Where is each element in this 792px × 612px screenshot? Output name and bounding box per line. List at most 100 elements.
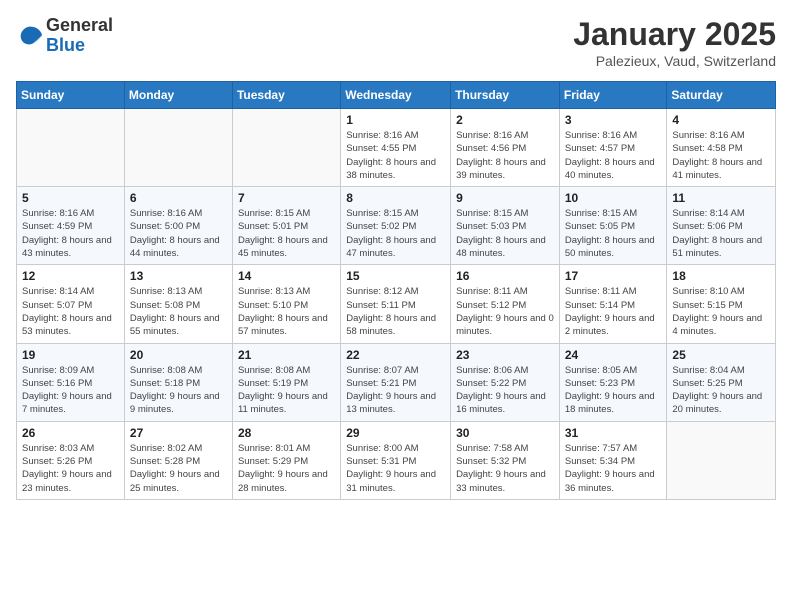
- day-info: Sunrise: 8:16 AM Sunset: 4:56 PM Dayligh…: [456, 129, 554, 182]
- logo-blue: Blue: [46, 36, 113, 56]
- day-info: Sunrise: 8:12 AM Sunset: 5:11 PM Dayligh…: [346, 285, 445, 338]
- day-info: Sunrise: 8:15 AM Sunset: 5:02 PM Dayligh…: [346, 207, 445, 260]
- col-wednesday: Wednesday: [341, 82, 451, 109]
- logo: General Blue: [16, 16, 113, 56]
- table-row: [124, 109, 232, 187]
- day-number: 5: [22, 191, 119, 205]
- day-number: 4: [672, 113, 770, 127]
- day-number: 13: [130, 269, 227, 283]
- table-row: 22 Sunrise: 8:07 AM Sunset: 5:21 PM Dayli…: [341, 343, 451, 421]
- day-number: 27: [130, 426, 227, 440]
- table-row: [232, 109, 340, 187]
- day-info: Sunrise: 7:58 AM Sunset: 5:32 PM Dayligh…: [456, 442, 554, 495]
- table-row: 25 Sunrise: 8:04 AM Sunset: 5:25 PM Dayli…: [667, 343, 776, 421]
- day-number: 15: [346, 269, 445, 283]
- day-info: Sunrise: 7:57 AM Sunset: 5:34 PM Dayligh…: [565, 442, 662, 495]
- day-number: 14: [238, 269, 335, 283]
- table-row: 1Sunrise: 8:16 AM Sunset: 4:55 PM Daylig…: [341, 109, 451, 187]
- day-info: Sunrise: 8:16 AM Sunset: 4:59 PM Dayligh…: [22, 207, 119, 260]
- logo-icon: [16, 22, 44, 50]
- table-row: 6Sunrise: 8:16 AM Sunset: 5:00 PM Daylig…: [124, 187, 232, 265]
- page-header: General Blue January 2025 Palezieux, Vau…: [16, 16, 776, 69]
- day-number: 28: [238, 426, 335, 440]
- day-number: 21: [238, 348, 335, 362]
- table-row: 2 Sunrise: 8:16 AM Sunset: 4:56 PM Daylig…: [451, 109, 560, 187]
- table-row: 31 Sunrise: 7:57 AM Sunset: 5:34 PM Dayli…: [559, 421, 667, 499]
- calendar-week-row: 12Sunrise: 8:14 AM Sunset: 5:07 PM Dayli…: [17, 265, 776, 343]
- day-number: 22: [346, 348, 445, 362]
- calendar-week-row: 5 Sunrise: 8:16 AM Sunset: 4:59 PM Daylig…: [17, 187, 776, 265]
- table-row: 15 Sunrise: 8:12 AM Sunset: 5:11 PM Dayli…: [341, 265, 451, 343]
- calendar-title: January 2025: [573, 16, 776, 53]
- table-row: 9 Sunrise: 8:15 AM Sunset: 5:03 PM Daylig…: [451, 187, 560, 265]
- table-row: 3Sunrise: 8:16 AM Sunset: 4:57 PM Daylig…: [559, 109, 667, 187]
- day-info: Sunrise: 8:02 AM Sunset: 5:28 PM Dayligh…: [130, 442, 227, 495]
- table-row: 4 Sunrise: 8:16 AM Sunset: 4:58 PM Daylig…: [667, 109, 776, 187]
- day-number: 3: [565, 113, 662, 127]
- calendar-table: Sunday Monday Tuesday Wednesday Thursday…: [16, 81, 776, 500]
- day-info: Sunrise: 8:04 AM Sunset: 5:25 PM Dayligh…: [672, 364, 770, 417]
- day-number: 2: [456, 113, 554, 127]
- day-info: Sunrise: 8:01 AM Sunset: 5:29 PM Dayligh…: [238, 442, 335, 495]
- day-number: 18: [672, 269, 770, 283]
- table-row: 14Sunrise: 8:13 AM Sunset: 5:10 PM Dayli…: [232, 265, 340, 343]
- day-info: Sunrise: 8:07 AM Sunset: 5:21 PM Dayligh…: [346, 364, 445, 417]
- day-info: Sunrise: 8:11 AM Sunset: 5:12 PM Dayligh…: [456, 285, 554, 338]
- day-number: 23: [456, 348, 554, 362]
- day-number: 31: [565, 426, 662, 440]
- day-info: Sunrise: 8:08 AM Sunset: 5:19 PM Dayligh…: [238, 364, 335, 417]
- day-number: 9: [456, 191, 554, 205]
- day-number: 7: [238, 191, 335, 205]
- table-row: 21 Sunrise: 8:08 AM Sunset: 5:19 PM Dayli…: [232, 343, 340, 421]
- day-info: Sunrise: 8:14 AM Sunset: 5:06 PM Dayligh…: [672, 207, 770, 260]
- table-row: 30 Sunrise: 7:58 AM Sunset: 5:32 PM Dayli…: [451, 421, 560, 499]
- table-row: 5 Sunrise: 8:16 AM Sunset: 4:59 PM Daylig…: [17, 187, 125, 265]
- col-monday: Monday: [124, 82, 232, 109]
- day-number: 11: [672, 191, 770, 205]
- table-row: 20Sunrise: 8:08 AM Sunset: 5:18 PM Dayli…: [124, 343, 232, 421]
- logo-general: General: [46, 16, 113, 36]
- day-info: Sunrise: 8:15 AM Sunset: 5:01 PM Dayligh…: [238, 207, 335, 260]
- col-tuesday: Tuesday: [232, 82, 340, 109]
- table-row: [667, 421, 776, 499]
- table-row: 26 Sunrise: 8:03 AM Sunset: 5:26 PM Dayli…: [17, 421, 125, 499]
- day-info: Sunrise: 8:11 AM Sunset: 5:14 PM Dayligh…: [565, 285, 662, 338]
- day-number: 25: [672, 348, 770, 362]
- day-number: 29: [346, 426, 445, 440]
- col-sunday: Sunday: [17, 82, 125, 109]
- day-number: 16: [456, 269, 554, 283]
- table-row: 29 Sunrise: 8:00 AM Sunset: 5:31 PM Dayli…: [341, 421, 451, 499]
- day-info: Sunrise: 8:13 AM Sunset: 5:08 PM Dayligh…: [130, 285, 227, 338]
- day-number: 17: [565, 269, 662, 283]
- day-number: 30: [456, 426, 554, 440]
- day-number: 1: [346, 113, 445, 127]
- table-row: 10 Sunrise: 8:15 AM Sunset: 5:05 PM Dayli…: [559, 187, 667, 265]
- day-info: Sunrise: 8:00 AM Sunset: 5:31 PM Dayligh…: [346, 442, 445, 495]
- day-info: Sunrise: 8:15 AM Sunset: 5:05 PM Dayligh…: [565, 207, 662, 260]
- table-row: 8 Sunrise: 8:15 AM Sunset: 5:02 PM Daylig…: [341, 187, 451, 265]
- table-row: 28 Sunrise: 8:01 AM Sunset: 5:29 PM Dayli…: [232, 421, 340, 499]
- table-row: 18Sunrise: 8:10 AM Sunset: 5:15 PM Dayli…: [667, 265, 776, 343]
- day-number: 10: [565, 191, 662, 205]
- day-info: Sunrise: 8:03 AM Sunset: 5:26 PM Dayligh…: [22, 442, 119, 495]
- day-info: Sunrise: 8:14 AM Sunset: 5:07 PM Dayligh…: [22, 285, 119, 338]
- day-number: 8: [346, 191, 445, 205]
- table-row: 27 Sunrise: 8:02 AM Sunset: 5:28 PM Dayli…: [124, 421, 232, 499]
- table-row: 12Sunrise: 8:14 AM Sunset: 5:07 PM Dayli…: [17, 265, 125, 343]
- calendar-week-row: 19Sunrise: 8:09 AM Sunset: 5:16 PM Dayli…: [17, 343, 776, 421]
- day-number: 20: [130, 348, 227, 362]
- calendar-week-row: 1Sunrise: 8:16 AM Sunset: 4:55 PM Daylig…: [17, 109, 776, 187]
- logo-text: General Blue: [46, 16, 113, 56]
- day-number: 19: [22, 348, 119, 362]
- table-row: 23Sunrise: 8:06 AM Sunset: 5:22 PM Dayli…: [451, 343, 560, 421]
- calendar-header-row: Sunday Monday Tuesday Wednesday Thursday…: [17, 82, 776, 109]
- col-saturday: Saturday: [667, 82, 776, 109]
- table-row: 24Sunrise: 8:05 AM Sunset: 5:23 PM Dayli…: [559, 343, 667, 421]
- table-row: 11 Sunrise: 8:14 AM Sunset: 5:06 PM Dayli…: [667, 187, 776, 265]
- day-number: 26: [22, 426, 119, 440]
- day-info: Sunrise: 8:16 AM Sunset: 4:58 PM Dayligh…: [672, 129, 770, 182]
- table-row: 16 Sunrise: 8:11 AM Sunset: 5:12 PM Dayli…: [451, 265, 560, 343]
- day-info: Sunrise: 8:15 AM Sunset: 5:03 PM Dayligh…: [456, 207, 554, 260]
- col-friday: Friday: [559, 82, 667, 109]
- calendar-subtitle: Palezieux, Vaud, Switzerland: [573, 53, 776, 69]
